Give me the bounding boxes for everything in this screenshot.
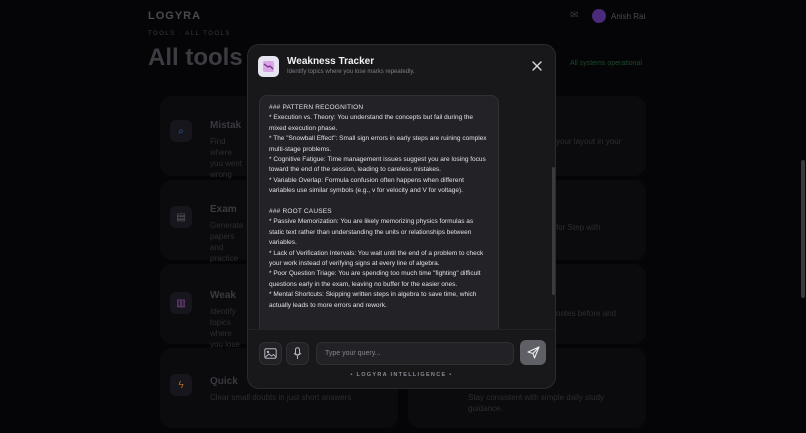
message-line: * Lack of Verification Intervals: You wa… [269,249,484,268]
status-text: All systems operational [570,60,642,67]
chat-area[interactable]: ### PATTERN RECOGNITION * Execution vs. … [248,89,555,329]
message-line: * Poor Question Triage: You are spending… [269,270,481,288]
message-line: * Variable Overlap: Formula confusion of… [269,176,464,195]
page-scrollbar[interactable] [801,160,805,298]
microphone-icon [293,347,302,359]
modal-title: Weakness Tracker [287,56,375,67]
assistant-message: ### PATTERN RECOGNITION * Execution vs. … [259,95,499,329]
message-line: * Passive Memorization: You are likely m… [269,218,474,247]
weakness-tracker-modal: Weakness Tracker Identify topics where y… [247,44,556,389]
doc-icon: ▤ [170,206,192,228]
user-name: Anish Rai [611,11,646,21]
message-line: * The "Snowball Effect": Small sign erro… [269,135,487,153]
send-button[interactable] [520,340,546,365]
breadcrumb: TOOLS · ALL TOOLS [148,31,231,37]
user-menu: Anish Rai [592,8,645,24]
voice-input-button[interactable] [286,342,309,365]
chart-trend-icon [258,56,279,77]
avatar [592,9,606,23]
query-input[interactable] [316,342,514,365]
close-icon[interactable] [531,59,543,71]
modal-header: Weakness Tracker Identify topics where y… [248,45,555,89]
image-upload-button[interactable] [259,342,282,365]
bolt-icon: ϟ [170,374,192,396]
message-line: * Mental Shortcuts: Skipping written ste… [269,291,477,309]
message-line: * Execution vs. Theory: You understand t… [269,114,474,132]
send-icon [526,346,540,359]
magnifier-icon: ⌕ [170,120,192,142]
app-logo: LOGYRA [148,10,202,22]
bell-icon: ✉ [570,10,579,21]
image-icon [264,348,277,359]
message-heading: ### ROOT CAUSES [269,208,332,216]
chart-icon: ▥ [170,292,192,314]
chat-scrollbar[interactable] [552,167,555,295]
message-line: * Cognitive Fatigue: Time management iss… [269,156,486,174]
modal-subtitle: Identify topics where you lose marks rep… [287,69,415,75]
message-heading: ### PATTERN RECOGNITION [269,104,364,111]
brand-footer: • LOGYRA INTELLIGENCE • [350,372,453,378]
input-bar: • LOGYRA INTELLIGENCE • [248,329,555,388]
